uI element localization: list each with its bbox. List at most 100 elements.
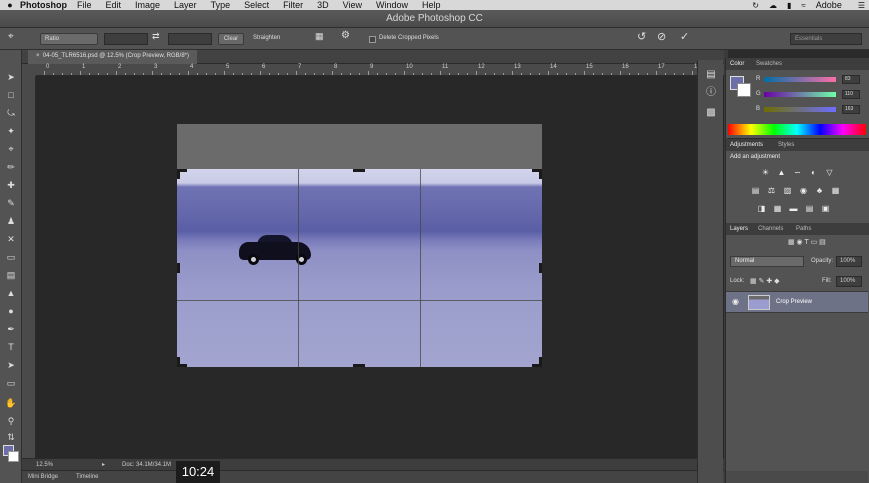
info-panel-icon[interactable]: ⓘ bbox=[704, 86, 718, 100]
menu-help[interactable]: Help bbox=[422, 0, 441, 10]
list-icon[interactable]: ☰ bbox=[858, 1, 865, 10]
tab-swatches[interactable]: Swatches bbox=[756, 61, 782, 67]
properties-panel-icon[interactable]: ▩ bbox=[704, 106, 718, 120]
pen-tool-icon[interactable]: ✒ bbox=[3, 322, 19, 336]
background-color-swatch[interactable] bbox=[8, 451, 19, 462]
crop-extension-area[interactable] bbox=[177, 124, 542, 169]
straighten-button[interactable]: Straighten bbox=[253, 33, 303, 45]
crop-handle-bottom[interactable] bbox=[353, 364, 365, 367]
menu-window[interactable]: Window bbox=[376, 0, 408, 10]
commit-crop-icon[interactable]: ✓ bbox=[680, 30, 692, 43]
quick-select-tool-icon[interactable]: ✦ bbox=[3, 124, 19, 138]
eraser-tool-icon[interactable]: ▭ bbox=[3, 250, 19, 264]
invert-icon[interactable]: ◨ bbox=[756, 203, 767, 214]
layer-name[interactable]: Crop Preview bbox=[776, 299, 812, 305]
history-brush-tool-icon[interactable]: ✕ bbox=[3, 232, 19, 246]
close-tab-icon[interactable]: × bbox=[36, 53, 41, 59]
clear-button[interactable]: Clear bbox=[218, 33, 244, 45]
crop-tool-preset-icon[interactable]: ⌖ bbox=[8, 31, 22, 43]
red-value-field[interactable]: 83 bbox=[842, 75, 860, 84]
brightness-contrast-icon[interactable]: ☀ bbox=[760, 167, 771, 178]
dodge-tool-icon[interactable]: ● bbox=[3, 304, 19, 318]
type-tool-icon[interactable]: T bbox=[3, 340, 19, 354]
tab-layers[interactable]: Layers bbox=[730, 226, 748, 232]
layer-row[interactable]: ◉ Crop Preview bbox=[726, 291, 868, 313]
hue-saturation-icon[interactable]: ▤ bbox=[750, 185, 761, 196]
gradient-map-icon[interactable]: ▤ bbox=[804, 203, 815, 214]
overlay-options-icon[interactable]: ▦ bbox=[315, 31, 327, 43]
crop-handle-right[interactable] bbox=[539, 263, 542, 273]
hand-tool-icon[interactable]: ✋ bbox=[3, 396, 19, 410]
crop-tool-icon[interactable]: ⌖ bbox=[3, 142, 19, 156]
document-tab[interactable]: × 04-05_TLR6516.psd @ 12.5% (Crop Previe… bbox=[28, 50, 198, 64]
exposure-icon[interactable]: ◐ bbox=[808, 167, 819, 178]
history-panel-icon[interactable]: ▤ bbox=[704, 68, 718, 82]
threshold-icon[interactable]: ▬ bbox=[788, 203, 799, 214]
move-tool-icon[interactable]: ➤ bbox=[3, 70, 19, 84]
swap-colors-icon[interactable]: ⇅ bbox=[3, 430, 19, 444]
sync-icon[interactable]: ↻ bbox=[752, 1, 759, 10]
crop-width-field[interactable] bbox=[104, 33, 148, 45]
menu-3d[interactable]: 3D bbox=[317, 0, 329, 10]
clone-stamp-tool-icon[interactable]: ♟ bbox=[3, 214, 19, 228]
tab-timeline[interactable]: Timeline bbox=[76, 474, 98, 480]
tab-adjustments[interactable]: Adjustments bbox=[730, 142, 763, 148]
tab-styles[interactable]: Styles bbox=[778, 142, 794, 148]
vibrance-icon[interactable]: ▽ bbox=[824, 167, 835, 178]
selective-color-icon[interactable]: ▣ bbox=[820, 203, 831, 214]
tab-color[interactable]: Color bbox=[730, 61, 744, 67]
tab-mini-bridge[interactable]: Mini Bridge bbox=[28, 474, 58, 480]
swap-dimensions-icon[interactable]: ⇄ bbox=[152, 31, 162, 43]
eye-icon[interactable]: ◉ bbox=[732, 297, 739, 306]
crop-handle-top[interactable] bbox=[353, 169, 365, 172]
tab-paths[interactable]: Paths bbox=[796, 226, 811, 232]
path-selection-tool-icon[interactable]: ➤ bbox=[3, 358, 19, 372]
color-balance-icon[interactable]: ⚖ bbox=[766, 185, 777, 196]
app-menu[interactable]: Photoshop bbox=[20, 0, 67, 10]
lasso-tool-icon[interactable]: ⤿ bbox=[3, 106, 19, 120]
gradient-tool-icon[interactable]: ▤ bbox=[3, 268, 19, 282]
brush-tool-icon[interactable]: ✎ bbox=[3, 196, 19, 210]
blue-slider[interactable]: B 163 bbox=[756, 105, 866, 115]
blue-slider-track[interactable] bbox=[764, 107, 836, 112]
horizontal-ruler[interactable]: 0123456789101112131415161718 bbox=[36, 64, 724, 76]
menu-user[interactable]: Adobe bbox=[816, 0, 842, 10]
levels-icon[interactable]: ▲ bbox=[776, 167, 787, 178]
zoom-level[interactable]: 12.5% bbox=[36, 462, 53, 468]
color-panel-background-swatch[interactable] bbox=[737, 83, 751, 97]
menu-type[interactable]: Type bbox=[211, 0, 231, 10]
menu-file[interactable]: File bbox=[77, 0, 92, 10]
red-slider[interactable]: R 83 bbox=[756, 75, 866, 85]
status-arrow-icon[interactable]: ▸ bbox=[102, 461, 105, 468]
wifi-icon[interactable]: ≈ bbox=[801, 1, 805, 10]
opacity-field[interactable]: 100% bbox=[836, 256, 862, 267]
menu-select[interactable]: Select bbox=[244, 0, 269, 10]
menu-image[interactable]: Image bbox=[135, 0, 160, 10]
menu-layer[interactable]: Layer bbox=[174, 0, 197, 10]
vertical-ruler[interactable] bbox=[22, 76, 36, 458]
battery-icon[interactable]: ▮ bbox=[787, 1, 791, 10]
menu-edit[interactable]: Edit bbox=[106, 0, 122, 10]
gear-icon[interactable]: ⚙ bbox=[341, 30, 353, 42]
crop-handle-top-right[interactable] bbox=[539, 169, 542, 179]
marquee-tool-icon[interactable]: □ bbox=[3, 88, 19, 102]
layer-filter-icons[interactable]: ▦ ◉ T ▭ ▤ bbox=[788, 238, 826, 246]
posterize-icon[interactable]: ▦ bbox=[772, 203, 783, 214]
apple-icon[interactable]: ● bbox=[0, 0, 20, 10]
crop-handle-bottom-left[interactable] bbox=[177, 357, 180, 367]
healing-brush-tool-icon[interactable]: ✚ bbox=[3, 178, 19, 192]
delete-cropped-pixels-checkbox[interactable] bbox=[369, 36, 376, 43]
eyedropper-tool-icon[interactable]: ✏ bbox=[3, 160, 19, 174]
menu-filter[interactable]: Filter bbox=[283, 0, 303, 10]
blue-value-field[interactable]: 163 bbox=[842, 105, 860, 114]
ruler-origin[interactable] bbox=[22, 64, 36, 76]
blur-tool-icon[interactable]: ▲ bbox=[3, 286, 19, 300]
crop-handle-top-left[interactable] bbox=[177, 169, 180, 179]
black-white-icon[interactable]: ▨ bbox=[782, 185, 793, 196]
green-value-field[interactable]: 110 bbox=[842, 90, 860, 99]
photo-filter-icon[interactable]: ◉ bbox=[798, 185, 809, 196]
menu-view[interactable]: View bbox=[343, 0, 362, 10]
color-lookup-icon[interactable]: ▦ bbox=[830, 185, 841, 196]
tab-channels[interactable]: Channels bbox=[758, 226, 783, 232]
shape-tool-icon[interactable]: ▭ bbox=[3, 376, 19, 390]
